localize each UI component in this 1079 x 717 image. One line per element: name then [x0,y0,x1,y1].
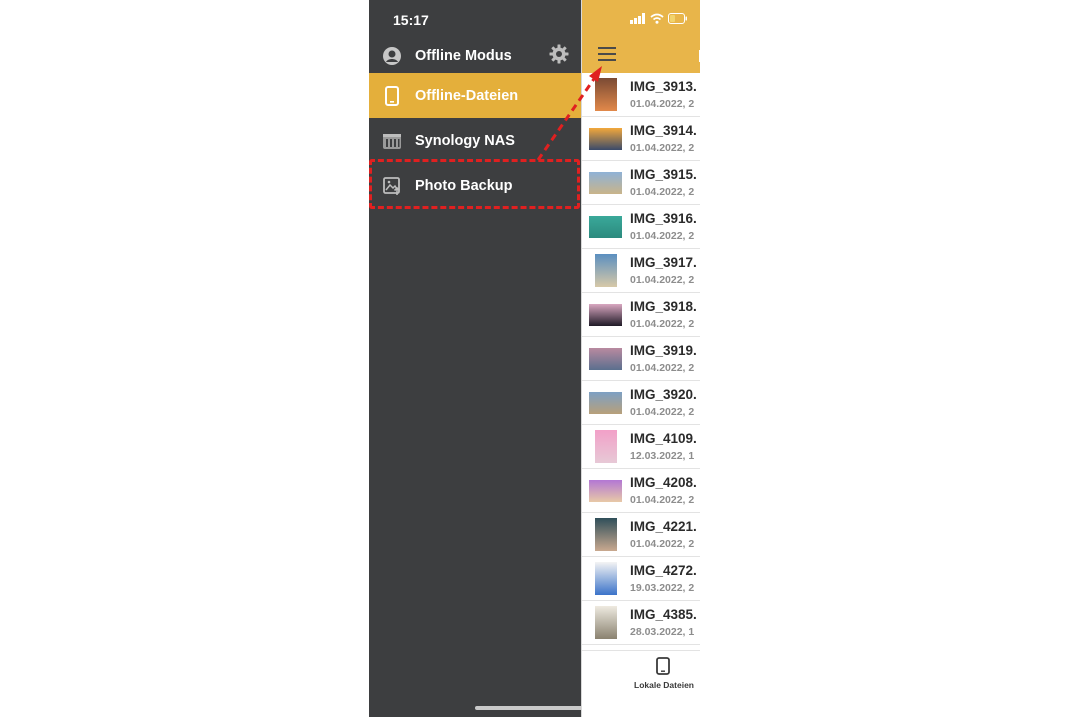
annotation-arrow [536,66,602,161]
